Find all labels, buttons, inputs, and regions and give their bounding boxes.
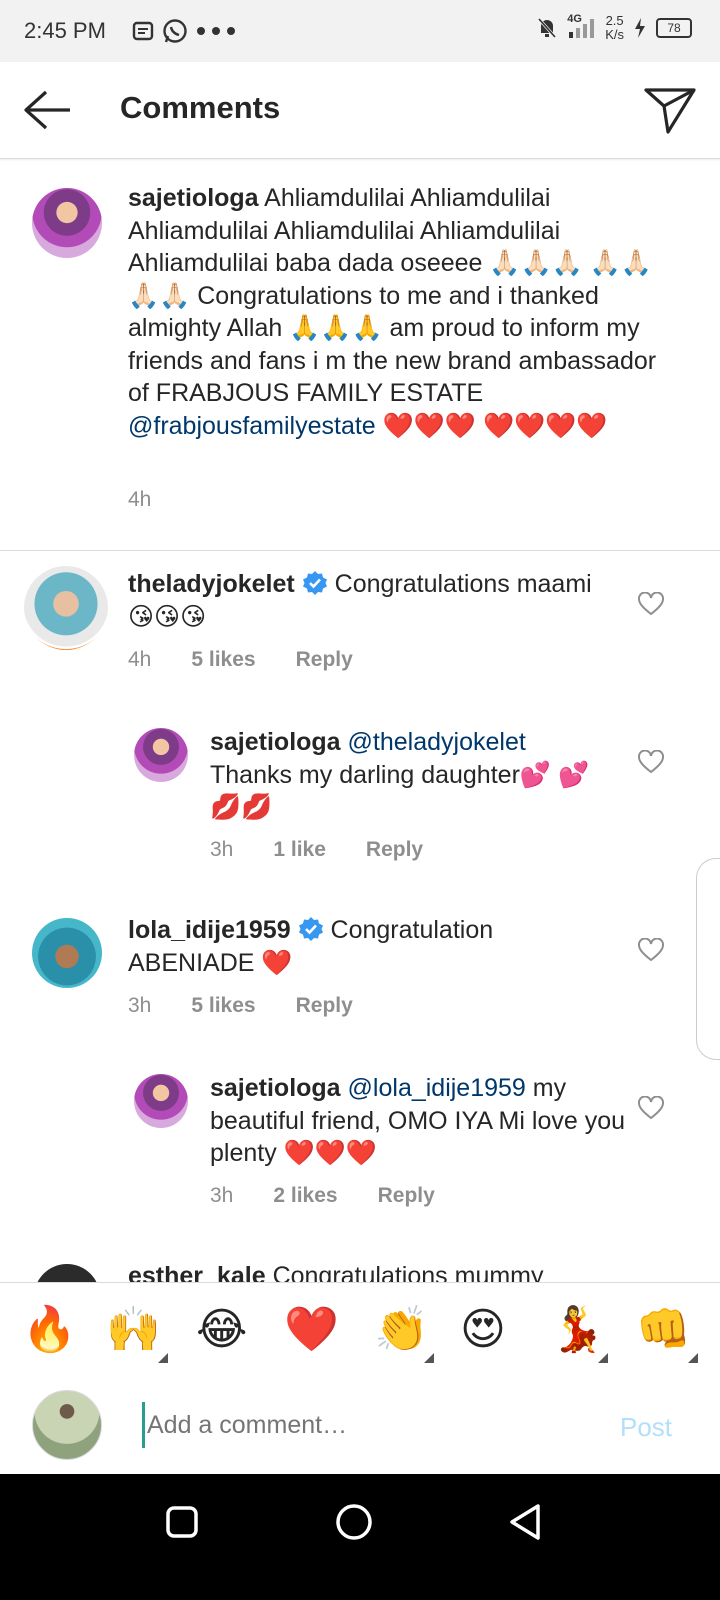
status-bar: 2:45 PM 4G 2.5 K/s 78	[0, 0, 720, 62]
mute-icon	[538, 18, 557, 38]
avatar[interactable]	[34, 1264, 100, 1282]
back-arrow-icon[interactable]	[22, 88, 72, 132]
caption-text: sajetiologa Ahliamdulilai Ahliamdulilai …	[128, 184, 657, 440]
mention-link[interactable]: @frabjousfamilyestate	[128, 412, 376, 440]
avatar[interactable]	[24, 566, 108, 650]
direct-send-icon[interactable]	[644, 86, 696, 134]
verified-badge-icon	[298, 917, 323, 941]
verified-badge-icon	[302, 571, 327, 595]
comment-meta: 3h 5 likes Reply	[128, 994, 353, 1018]
variant-indicator-icon	[688, 1353, 698, 1363]
variant-indicator-icon	[424, 1353, 434, 1363]
comment-meta: 3h 2 likes Reply	[210, 1184, 435, 1208]
fire-emoji-button[interactable]: 🔥	[22, 1305, 77, 1355]
reply-button[interactable]: Reply	[296, 648, 353, 672]
signal-icon: 4G	[567, 13, 595, 40]
comment-username[interactable]: theladyjokelet	[128, 570, 295, 598]
likes-count[interactable]: 5 likes	[191, 994, 255, 1018]
system-nav-bar	[0, 1474, 720, 1600]
timestamp: 4h	[128, 488, 152, 511]
status-time: 2:45 PM	[24, 18, 106, 43]
more-dots-icon	[197, 27, 235, 35]
likes-count[interactable]: 5 likes	[191, 648, 255, 672]
likes-count[interactable]: 1 like	[273, 838, 326, 862]
battery-level: 78	[656, 18, 692, 38]
like-heart-icon[interactable]	[638, 938, 664, 962]
comment-username[interactable]: lola_idije1959	[128, 916, 291, 944]
comment-username[interactable]: esther_kale	[128, 1262, 266, 1282]
comment-meta: 4h 5 likes Reply	[128, 648, 353, 672]
avatar[interactable]	[32, 918, 102, 988]
timestamp: 3h	[210, 838, 234, 861]
caption-meta: 4h	[128, 488, 151, 512]
avatar[interactable]	[134, 1074, 188, 1128]
fist-emoji-button[interactable]: 👊	[636, 1305, 691, 1355]
whatsapp-icon	[163, 19, 187, 43]
caption-username[interactable]: sajetiologa	[128, 184, 259, 212]
variant-indicator-icon	[158, 1353, 168, 1363]
avatar[interactable]	[32, 188, 102, 258]
comment-username[interactable]: sajetiologa	[210, 728, 341, 756]
comment-text: sajetiologa @theladyjokelet Thanks my da…	[210, 728, 590, 821]
comment-text: lola_idije1959 Congratulation ABENIADE ❤…	[128, 916, 494, 977]
like-heart-icon[interactable]	[638, 1096, 664, 1120]
reply-button[interactable]: Reply	[378, 1184, 435, 1208]
variant-indicator-icon	[598, 1353, 608, 1363]
add-comment-bar: Post	[0, 1376, 720, 1474]
avatar	[32, 1390, 102, 1460]
like-heart-icon[interactable]	[638, 750, 664, 774]
notification-icon	[132, 21, 154, 41]
avatar[interactable]	[134, 728, 188, 782]
heart-eyes-emoji-button[interactable]: 😍	[460, 1305, 506, 1355]
post-button[interactable]: Post	[620, 1412, 672, 1443]
comment-username[interactable]: sajetiologa	[210, 1074, 341, 1102]
emoji-quick-bar: 🔥 🙌 😂 ❤️ 👏 😍 💃 👊	[0, 1282, 720, 1378]
page-title: Comments	[120, 90, 281, 125]
raised-hands-emoji-button[interactable]: 🙌	[106, 1305, 161, 1355]
laughing-emoji-button[interactable]: 😂	[196, 1305, 247, 1355]
like-heart-icon[interactable]	[638, 592, 664, 616]
home-icon[interactable]	[334, 1502, 374, 1542]
mention-link[interactable]: @lola_idije1959	[348, 1074, 526, 1102]
back-icon[interactable]	[506, 1502, 544, 1542]
mention-link[interactable]: @theladyjokelet	[348, 728, 526, 756]
timestamp: 3h	[210, 1184, 234, 1207]
reply-button[interactable]: Reply	[296, 994, 353, 1018]
comment-input[interactable]	[142, 1402, 589, 1448]
comment-meta: 3h 1 like Reply	[210, 838, 423, 862]
comment-text: sajetiologa @lola_idije1959 my beautiful…	[210, 1074, 626, 1167]
post-caption: sajetiologa Ahliamdulilai Ahliamdulilai …	[0, 158, 720, 551]
comments-header: Comments	[0, 62, 720, 159]
comment-text: esther_kale Congratulations mummy	[128, 1260, 648, 1282]
scroll-handle[interactable]	[696, 858, 720, 1060]
timestamp: 3h	[128, 994, 152, 1017]
heart-emoji-button[interactable]: ❤️	[284, 1305, 339, 1355]
network-speed: 2.5 K/s	[605, 13, 624, 42]
likes-count[interactable]: 2 likes	[273, 1184, 337, 1208]
timestamp: 4h	[128, 648, 152, 671]
comment-text: theladyjokelet Congratulations maami 😘😘😘	[128, 570, 592, 631]
recents-icon[interactable]	[164, 1504, 200, 1540]
reply-button[interactable]: Reply	[366, 838, 423, 862]
dancer-emoji-button[interactable]: 💃	[550, 1305, 605, 1355]
comment: esther_kale Congratulations mummy	[0, 1254, 720, 1282]
charging-icon	[635, 18, 645, 38]
clapping-emoji-button[interactable]: 👏	[374, 1305, 429, 1355]
